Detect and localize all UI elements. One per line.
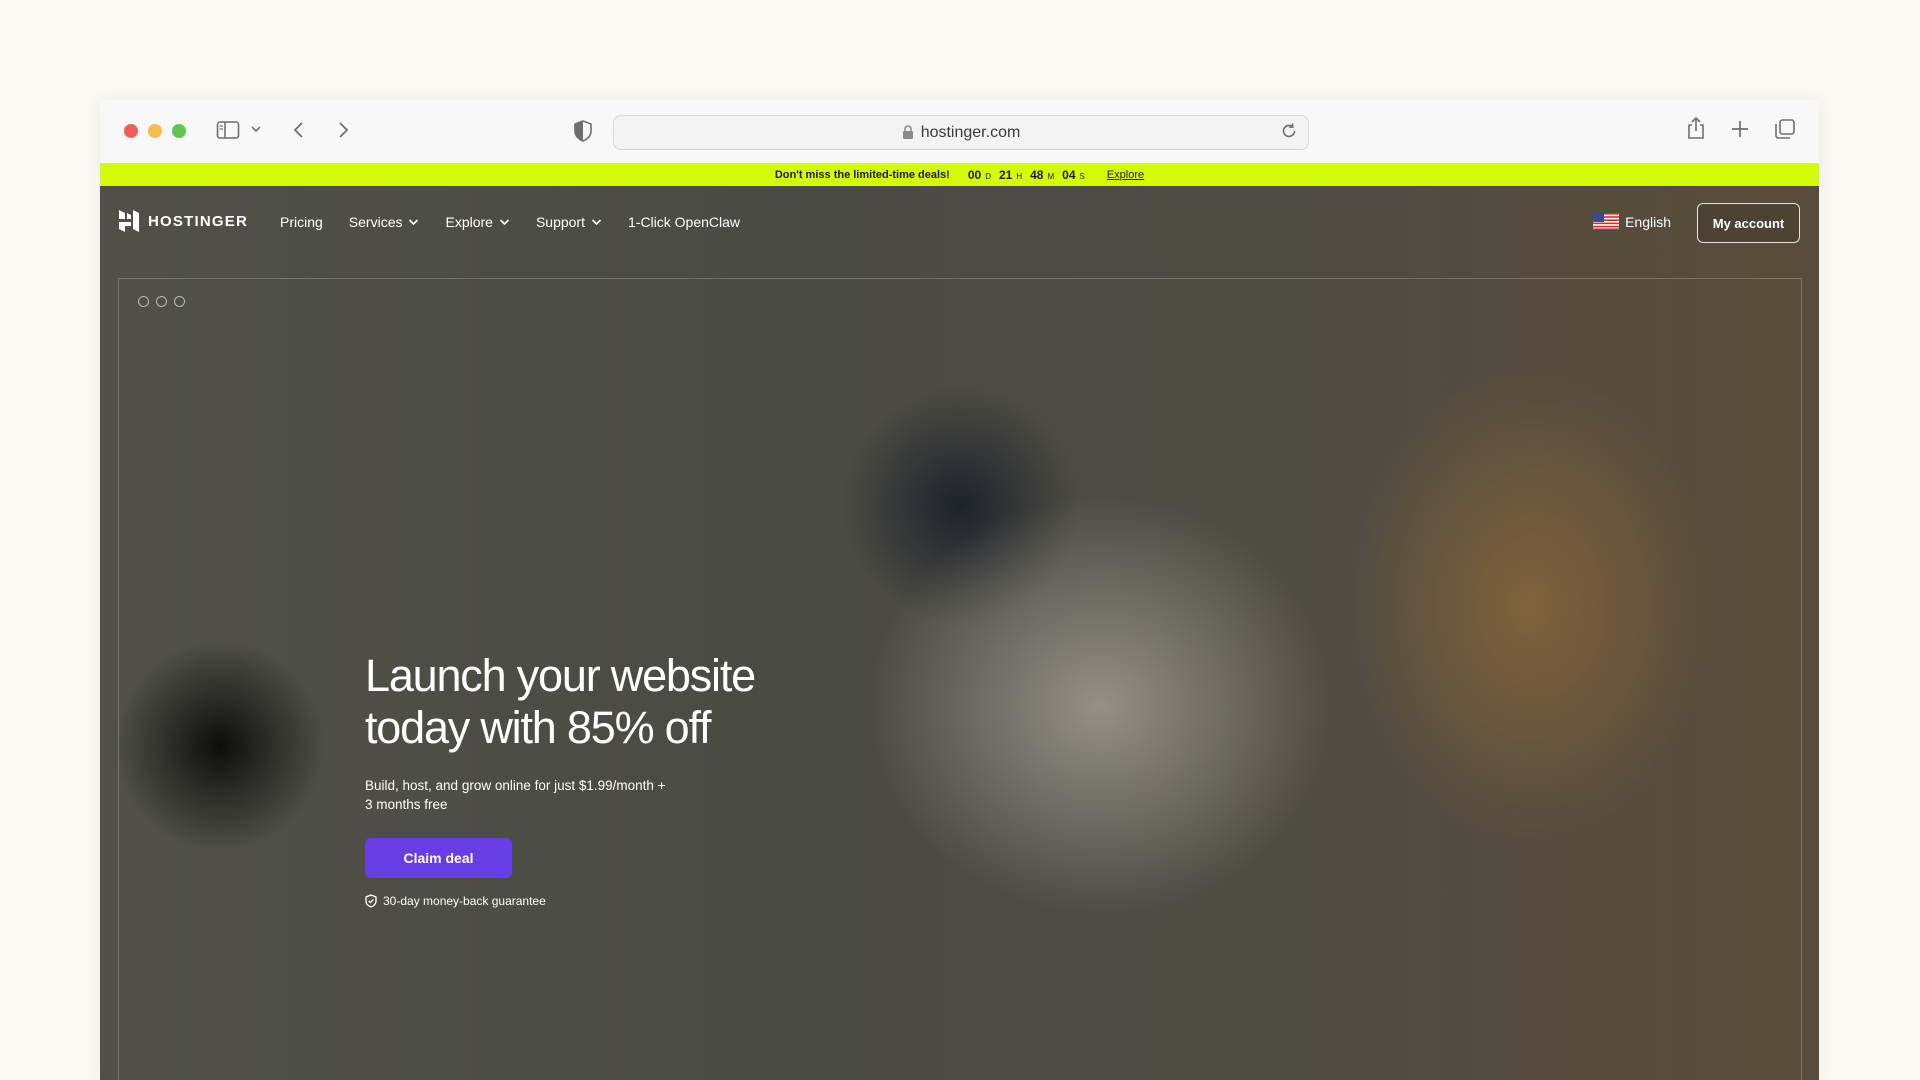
chevron-down-icon — [409, 219, 419, 226]
countdown-seconds: 04 — [1062, 167, 1076, 182]
countdown-seconds-unit: S — [1079, 171, 1085, 181]
nav-item-label: 1-Click OpenClaw — [628, 214, 741, 230]
browser-window: hostinger.com Don't miss the limited-tim… — [100, 100, 1819, 1080]
chevron-down-icon — [591, 219, 602, 226]
privacy-shield-icon[interactable] — [574, 120, 592, 142]
claim-deal-button[interactable]: Claim deal — [365, 838, 512, 878]
language-label: English — [1625, 213, 1671, 230]
hero-headline-line1: Launch your website — [365, 650, 756, 701]
us-flag-icon — [1593, 213, 1620, 230]
hostinger-logo-icon — [119, 210, 139, 232]
new-tab-plus-icon[interactable] — [1730, 119, 1750, 139]
promo-explore-link[interactable]: Explore — [1107, 169, 1144, 181]
brand-name: HOSTINGER — [148, 212, 248, 230]
countdown-minutes: 48 — [1030, 167, 1044, 182]
money-back-guarantee: 30-day money-back guarantee — [365, 894, 546, 908]
language-selector[interactable]: English — [1593, 213, 1671, 230]
guarantee-text: 30-day money-back guarantee — [383, 894, 546, 908]
tab-overview-icon[interactable] — [1774, 118, 1796, 140]
nav-item-pricing[interactable]: Pricing — [280, 214, 323, 230]
url-text: hostinger.com — [920, 123, 1021, 141]
video-slide-indicators — [138, 296, 185, 307]
sidebar-icon[interactable] — [216, 120, 240, 140]
nav-item-support[interactable]: Support — [536, 214, 602, 230]
countdown-timer: 00 D 21 H 48 M 04 S — [968, 168, 1089, 182]
close-window-button[interactable] — [124, 124, 138, 138]
nav-item-label: Pricing — [280, 214, 323, 230]
chevron-down-icon[interactable] — [250, 124, 262, 134]
chevron-down-icon — [499, 219, 510, 226]
my-account-button[interactable]: My account — [1697, 203, 1800, 243]
hostinger-logo[interactable]: HOSTINGER — [118, 209, 248, 233]
hero-subtext: Build, host, and grow online for just $1… — [365, 776, 695, 814]
countdown-days: 00 — [967, 167, 982, 182]
share-icon[interactable] — [1686, 116, 1706, 140]
zoom-window-button[interactable] — [172, 124, 186, 138]
nav-menu: Pricing Services Explore Support 1-Click… — [280, 214, 740, 230]
countdown-minutes-unit: M — [1047, 171, 1055, 181]
hero-headline-line2: today with 85% off — [365, 702, 712, 753]
nav-item-label: Support — [535, 214, 585, 230]
countdown-hours: 21 — [998, 167, 1013, 182]
slide-indicator-dot[interactable] — [156, 296, 167, 307]
nav-item-label: Explore — [445, 214, 493, 230]
back-arrow-icon[interactable] — [292, 120, 306, 140]
address-bar[interactable]: hostinger.com — [613, 115, 1309, 150]
forward-arrow-icon[interactable] — [336, 120, 350, 140]
countdown-hours-unit: H — [1016, 171, 1023, 181]
slide-indicator-dot[interactable] — [138, 296, 149, 307]
minimize-window-button[interactable] — [148, 124, 162, 138]
promo-banner: Don't miss the limited-time deals! 00 D 2… — [100, 163, 1819, 186]
countdown-days-unit: D — [985, 171, 991, 181]
slide-indicator-dot[interactable] — [174, 296, 185, 307]
nav-item-openclaw[interactable]: 1-Click OpenClaw — [628, 214, 740, 230]
lock-icon — [902, 125, 913, 139]
hero-section: HOSTINGER Pricing Services Explore Suppo… — [100, 186, 1819, 1080]
hero-subtext-line1: Build, host, and grow online for just $1… — [365, 778, 666, 793]
site-navbar: HOSTINGER Pricing Services Explore Suppo… — [100, 186, 1819, 276]
nav-item-label: Services — [348, 214, 403, 230]
browser-toolbar: hostinger.com — [100, 100, 1819, 164]
hero-headline: Launch your website today with 85% off — [365, 650, 885, 754]
shield-check-icon — [365, 894, 377, 908]
hero-subtext-line2: 3 months free — [365, 797, 448, 812]
nav-item-services[interactable]: Services — [349, 214, 420, 230]
promo-text: Don't miss the limited-time deals! — [774, 168, 950, 181]
nav-item-explore[interactable]: Explore — [445, 214, 510, 230]
reload-icon[interactable] — [1280, 122, 1298, 140]
